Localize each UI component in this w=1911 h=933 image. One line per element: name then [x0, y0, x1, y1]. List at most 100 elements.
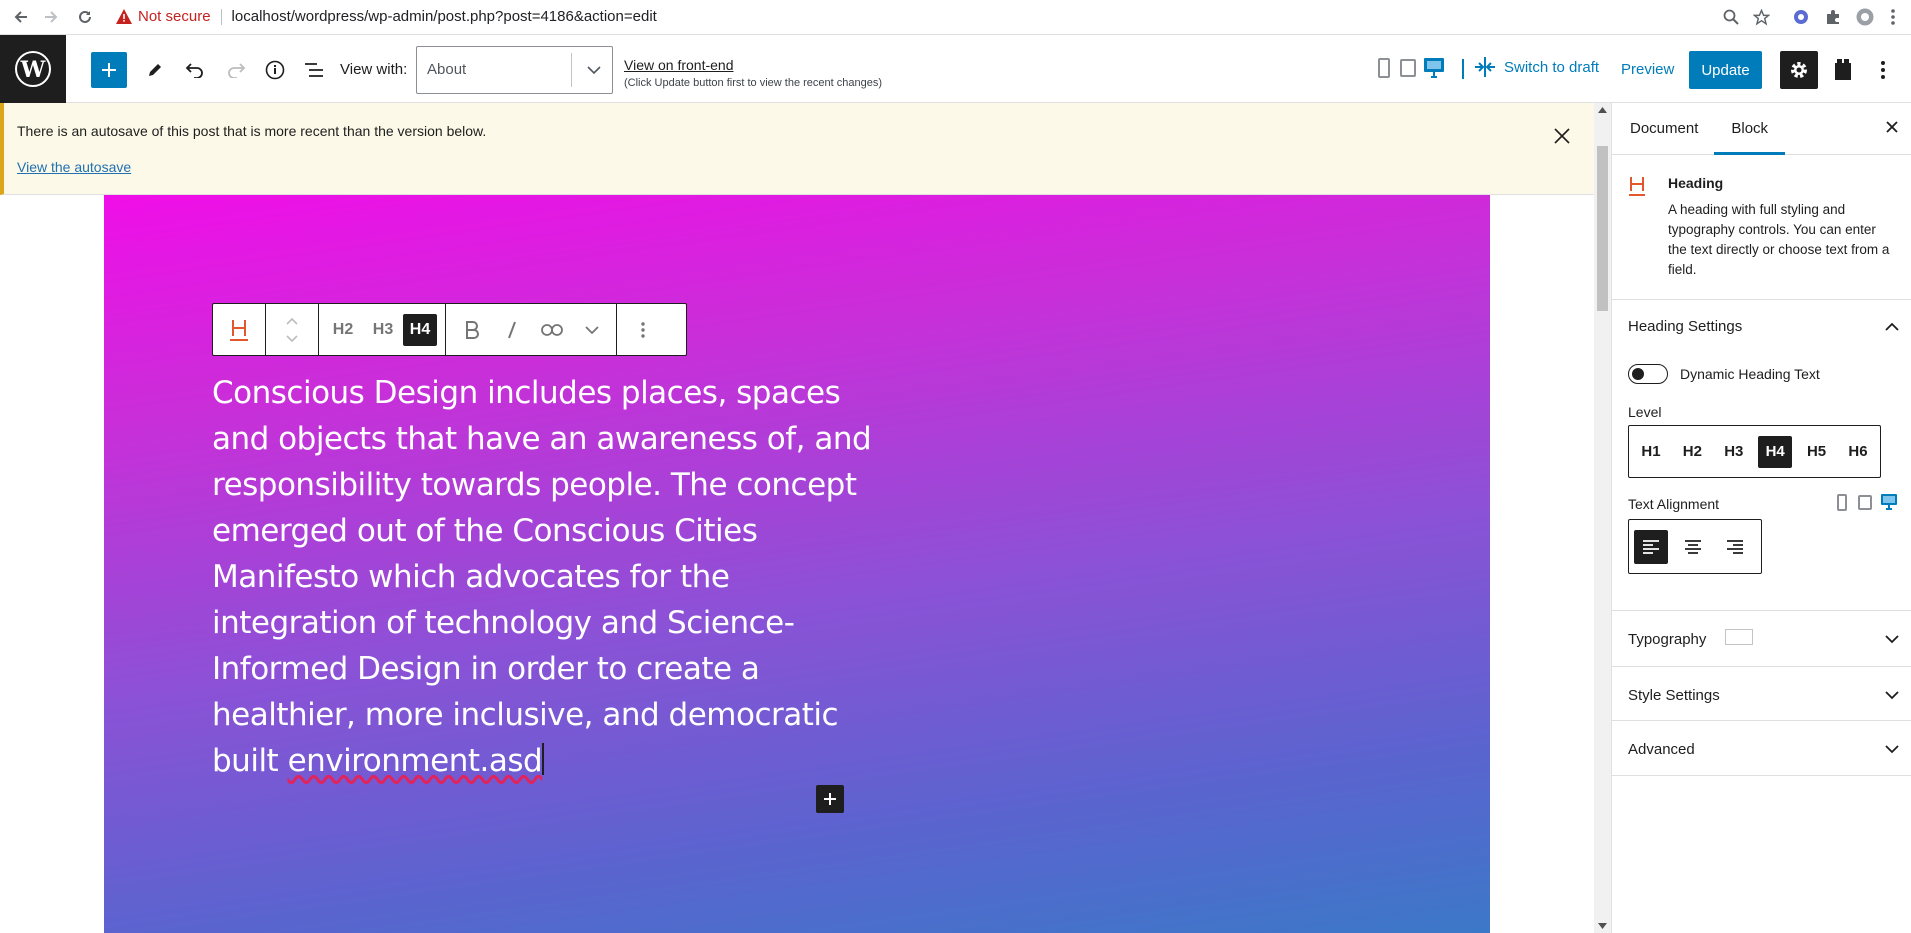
back-arrow-icon[interactable] — [6, 2, 36, 32]
desktop-preview-icon[interactable] — [1423, 57, 1445, 79]
plus-icon — [824, 793, 836, 805]
tablet-preview-icon[interactable] — [1400, 59, 1416, 77]
more-options-icon[interactable] — [1868, 55, 1898, 85]
heading-block-text[interactable]: Conscious Design includes places, spaces… — [212, 370, 892, 784]
dynamic-heading-toggle[interactable] — [1628, 364, 1668, 384]
block-inserter-button[interactable] — [816, 785, 844, 813]
url-text[interactable]: localhost/wordpress/wp-admin/post.php?po… — [232, 8, 657, 25]
advanced-panel[interactable]: Advanced — [1612, 721, 1911, 776]
align-right-icon — [1727, 539, 1743, 554]
level-h2-button[interactable]: H2 — [1675, 436, 1709, 468]
heading-settings-panel: Heading Settings Dynamic Heading Text Le… — [1612, 300, 1911, 611]
dynamic-heading-label: Dynamic Heading Text — [1680, 366, 1820, 382]
browser-menu-icon[interactable] — [1878, 2, 1908, 32]
mobile-preview-icon[interactable] — [1378, 58, 1390, 78]
toolbar-h3-button[interactable]: H3 — [363, 314, 403, 346]
misspelled-word: environment.asd — [287, 743, 543, 779]
bookmark-star-icon[interactable] — [1746, 2, 1776, 32]
view-with-select[interactable]: About — [416, 46, 613, 94]
view-autosave-link[interactable]: View the autosave — [17, 159, 131, 175]
align-center-button[interactable] — [1676, 530, 1710, 564]
url-security[interactable]: Not secure localhost/wordpress/wp-admin/… — [116, 8, 657, 25]
editor-header: W View with: About View on front-end (Cl… — [0, 35, 1911, 103]
chevron-down-icon — [1885, 691, 1899, 700]
puzzle-icon[interactable] — [1818, 2, 1848, 32]
plus-icon — [102, 63, 116, 77]
list-view-icon[interactable] — [299, 55, 329, 85]
preview-button[interactable]: Preview — [1621, 61, 1674, 78]
move-up-down-icon[interactable] — [266, 304, 318, 355]
level-h6-button[interactable]: H6 — [1841, 436, 1875, 468]
heading-block-icon — [1628, 175, 1646, 197]
style-settings-panel[interactable]: Style Settings — [1612, 667, 1911, 721]
view-with-value: About — [427, 61, 467, 78]
reload-icon[interactable] — [70, 2, 100, 32]
bold-icon[interactable] — [452, 304, 492, 355]
level-h1-button[interactable]: H1 — [1634, 436, 1668, 468]
heading-text: Conscious Design includes places, spaces… — [212, 375, 872, 779]
block-options-icon[interactable] — [617, 304, 669, 355]
style-settings-title: Style Settings — [1628, 687, 1720, 704]
typography-panel[interactable]: Typography — [1612, 611, 1911, 667]
typography-title: Typography — [1628, 631, 1707, 648]
heading-settings-title[interactable]: Heading Settings — [1628, 318, 1742, 335]
view-with-label: View with: — [340, 61, 408, 78]
switch-to-draft-button[interactable]: Switch to draft — [1474, 57, 1599, 77]
align-center-icon — [1685, 539, 1701, 554]
plugin-block-icon[interactable] — [1828, 55, 1858, 85]
level-h4-button[interactable]: H4 — [1758, 435, 1793, 468]
scrollbar-thumb[interactable] — [1597, 146, 1608, 311]
italic-icon[interactable] — [492, 304, 532, 355]
align-left-button[interactable] — [1634, 529, 1668, 564]
toolbar-h4-button[interactable]: H4 — [403, 313, 437, 346]
tablet-device-icon[interactable] — [1858, 495, 1872, 510]
extension-icon[interactable] — [1786, 2, 1816, 32]
level-h5-button[interactable]: H5 — [1800, 436, 1834, 468]
edit-pencil-icon[interactable] — [140, 55, 170, 85]
view-front-end-note: (Click Update button first to view the r… — [624, 77, 883, 89]
tab-block[interactable]: Block — [1714, 103, 1785, 155]
scroll-up-icon[interactable] — [1598, 107, 1607, 113]
toggle-knob — [1632, 368, 1644, 380]
add-block-button[interactable] — [91, 52, 127, 88]
switch-to-draft-label: Switch to draft — [1504, 58, 1600, 76]
close-sidebar-icon[interactable] — [1885, 120, 1899, 134]
chevron-up-icon[interactable] — [1885, 322, 1899, 331]
update-button[interactable]: Update — [1689, 51, 1762, 89]
heading-block-icon[interactable] — [213, 304, 265, 355]
tab-document[interactable]: Document — [1614, 103, 1714, 155]
cover-block[interactable]: H2 H3 H4 Conscious Design includes place… — [104, 195, 1490, 933]
zoom-icon[interactable] — [1716, 2, 1746, 32]
block-toolbar: H2 H3 H4 — [212, 303, 687, 356]
info-icon[interactable] — [260, 55, 290, 85]
link-icon[interactable] — [532, 304, 572, 355]
desktop-device-icon[interactable] — [1880, 493, 1898, 511]
undo-icon[interactable] — [180, 55, 210, 85]
level-h3-button[interactable]: H3 — [1717, 436, 1751, 468]
settings-gear-button[interactable] — [1780, 51, 1818, 89]
gear-icon — [1791, 62, 1807, 78]
alignment-button-group — [1628, 519, 1762, 574]
more-formats-chevron-icon[interactable] — [572, 304, 612, 355]
close-notice-icon[interactable] — [1553, 127, 1571, 145]
chevron-down-icon — [587, 66, 601, 75]
browser-bar: Not secure localhost/wordpress/wp-admin/… — [0, 0, 1911, 35]
align-right-button[interactable] — [1718, 530, 1752, 564]
warning-icon — [116, 9, 132, 24]
mobile-device-icon[interactable] — [1837, 494, 1847, 511]
scroll-down-icon[interactable] — [1598, 923, 1607, 929]
wordpress-logo-icon[interactable]: W — [0, 35, 66, 103]
redo-icon[interactable] — [221, 55, 251, 85]
level-button-group: H1 H2 H3 H4 H5 H6 — [1628, 425, 1881, 478]
typography-preview-swatch — [1725, 629, 1753, 645]
autosave-notice: There is an autosave of this post that i… — [0, 103, 1594, 195]
toolbar-h2-button[interactable]: H2 — [323, 314, 363, 346]
chevron-down-icon — [1885, 745, 1899, 754]
app-root: Not secure localhost/wordpress/wp-admin/… — [0, 0, 1911, 933]
text-alignment-label: Text Alignment — [1628, 496, 1720, 512]
profile-avatar-icon[interactable] — [1850, 2, 1880, 32]
block-card: Heading A heading with full styling and … — [1612, 155, 1911, 300]
forward-arrow-icon[interactable] — [36, 2, 66, 32]
svg-text:W: W — [20, 57, 46, 83]
view-front-end-link[interactable]: View on front-end — [624, 57, 733, 73]
